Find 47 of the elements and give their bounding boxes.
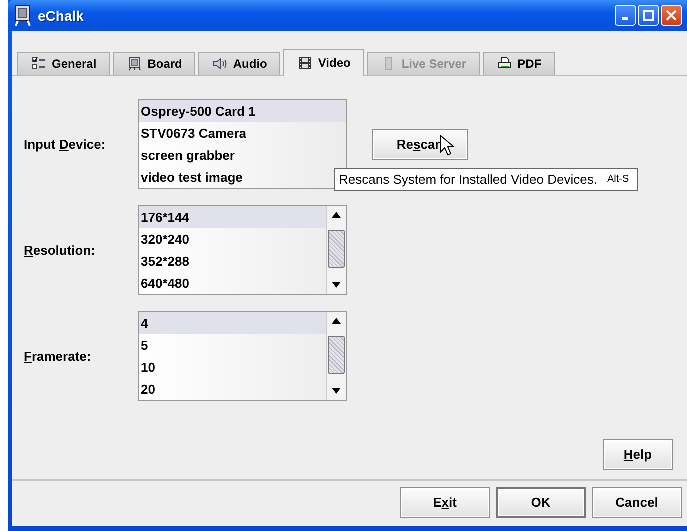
tab[interactable]: Audio	[198, 52, 280, 75]
list-item[interactable]: STV0673 Camera	[139, 122, 346, 144]
maximize-icon	[643, 10, 654, 21]
board-icon	[14, 4, 32, 26]
maximize-button[interactable]	[638, 5, 659, 26]
cursor-icon	[440, 135, 456, 157]
field-label: Resolution:	[24, 242, 96, 258]
list-item[interactable]: 4	[139, 312, 326, 334]
window-title: eChalk	[38, 8, 85, 24]
checklist-icon	[32, 57, 46, 71]
dialog-button[interactable]: Cancel	[592, 487, 682, 518]
list-item[interactable]: 176*144	[139, 206, 326, 228]
scroll-down-icon[interactable]	[332, 282, 341, 288]
list-item[interactable]: 5	[139, 334, 326, 356]
scrollbar[interactable]	[326, 206, 346, 294]
field-label: Framerate:	[24, 348, 92, 364]
minimize-button[interactable]	[615, 5, 636, 26]
tab[interactable]: General	[17, 52, 110, 75]
list-item[interactable]: 20	[139, 378, 326, 400]
list-item[interactable]: screen grabber	[139, 144, 346, 166]
scroll-thumb[interactable]	[328, 230, 345, 268]
list-box[interactable]: 176*144 320*240 352*288 640*480	[138, 205, 347, 295]
tab[interactable]: PDF	[482, 52, 555, 75]
speaker-icon	[213, 57, 228, 71]
field-label: Input Device:	[24, 136, 107, 152]
tab[interactable]: Board	[112, 52, 196, 75]
scroll-up-icon[interactable]	[332, 318, 341, 324]
close-button[interactable]	[661, 5, 682, 26]
list-item[interactable]: Osprey-500 Card 1	[139, 100, 346, 122]
scroll-down-icon[interactable]	[332, 388, 341, 394]
scroll-up-icon[interactable]	[332, 212, 341, 218]
tab[interactable]: Video	[283, 49, 364, 76]
dialog-button[interactable]: OK	[496, 487, 586, 518]
list-item[interactable]: 352*288	[139, 250, 326, 272]
list-box[interactable]: 4 5 10 20	[138, 311, 347, 401]
printer-icon	[498, 57, 512, 71]
list-item[interactable]: 10	[139, 356, 326, 378]
board-icon	[128, 57, 142, 71]
scrollbar[interactable]	[326, 312, 346, 400]
film-icon	[298, 56, 312, 70]
scroll-thumb[interactable]	[328, 336, 345, 374]
help-button[interactable]: Help	[603, 439, 673, 470]
list-item[interactable]: 320*240	[139, 228, 326, 250]
list-item[interactable]: 640*480	[139, 272, 326, 294]
dialog-button[interactable]: Exit	[400, 487, 490, 518]
shortcut-hint: Alt-S	[607, 174, 630, 185]
close-icon	[666, 10, 677, 21]
